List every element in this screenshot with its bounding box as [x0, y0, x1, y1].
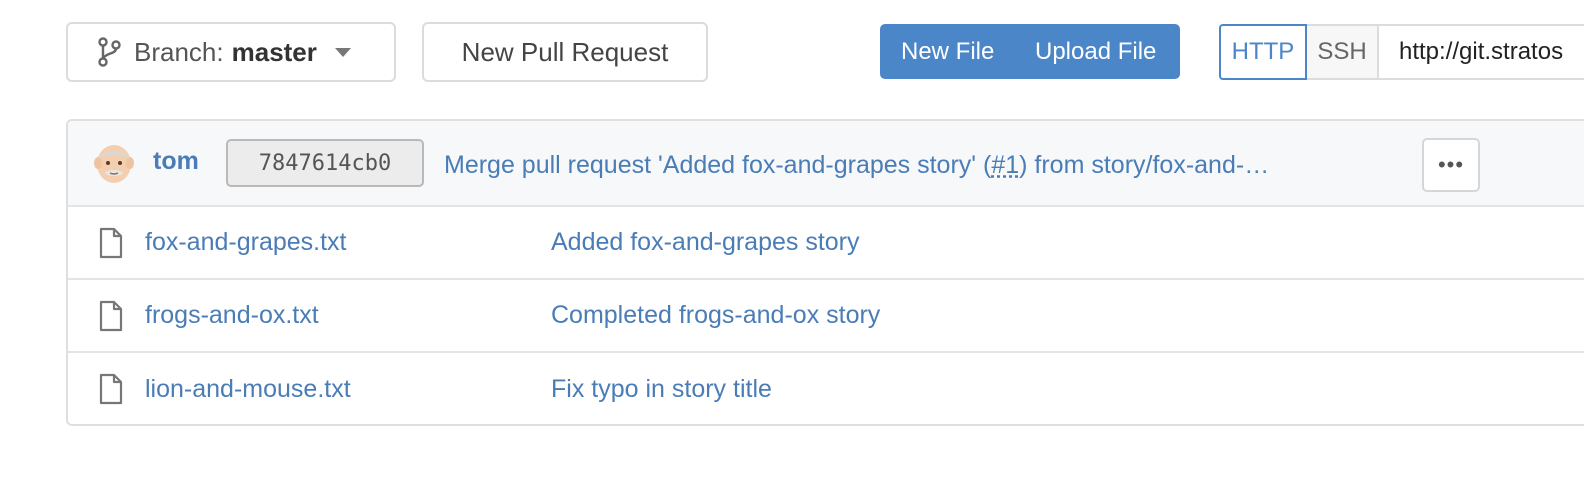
file-row: lion-and-mouse.txt Fix typo in story tit…: [68, 353, 1584, 424]
commit-message-link[interactable]: Merge pull request 'Added fox-and-grapes…: [444, 151, 1406, 180]
clone-http-button[interactable]: HTTP: [1219, 24, 1307, 80]
clone-ssh-button[interactable]: SSH: [1307, 24, 1379, 80]
git-branch-icon: [96, 36, 122, 68]
ellipsis-icon[interactable]: •••: [1422, 138, 1480, 192]
file-icon: [98, 227, 124, 259]
file-commit-link[interactable]: Fix typo in story title: [551, 375, 772, 404]
clone-url-group: HTTP SSH http://git.stratos: [1219, 24, 1584, 80]
latest-commit-bar: tom 7847614cb0 Merge pull request 'Added…: [68, 121, 1584, 207]
repository-page: Branch: master New Pull Request New File…: [0, 0, 1584, 500]
upload-file-button[interactable]: Upload File: [1014, 24, 1156, 79]
user-avatar[interactable]: [92, 141, 136, 185]
file-icon: [98, 373, 124, 405]
branch-selector-button[interactable]: Branch: master: [66, 22, 396, 82]
commit-message-text: Merge pull request 'Added fox-and-grapes…: [444, 151, 992, 179]
branch-prefix-label: Branch:: [134, 36, 224, 67]
commit-sha-button[interactable]: 7847614cb0: [226, 139, 424, 187]
file-commit-link[interactable]: Added fox-and-grapes story: [551, 228, 860, 257]
file-row: frogs-and-ox.txt Completed frogs-and-ox …: [68, 280, 1584, 353]
file-name-link[interactable]: fox-and-grapes.txt: [145, 228, 347, 257]
commit-author-link[interactable]: tom: [153, 147, 199, 176]
repository-file-table: tom 7847614cb0 Merge pull request 'Added…: [66, 119, 1584, 426]
file-name-link[interactable]: frogs-and-ox.txt: [145, 301, 319, 330]
file-name-link[interactable]: lion-and-mouse.txt: [145, 375, 351, 404]
pull-request-ref-link[interactable]: #1: [991, 151, 1019, 179]
commit-message-tail: ) from story/fox-and-…: [1019, 151, 1270, 179]
file-icon: [98, 300, 124, 332]
clone-url-field[interactable]: http://git.stratos: [1379, 24, 1584, 80]
new-pull-request-button[interactable]: New Pull Request: [422, 22, 708, 82]
caret-down-icon: [334, 47, 351, 57]
branch-name-label: master: [231, 36, 317, 67]
file-row: fox-and-grapes.txt Added fox-and-grapes …: [68, 207, 1584, 280]
new-file-button[interactable]: New File: [880, 24, 1014, 79]
file-commit-link[interactable]: Completed frogs-and-ox story: [551, 301, 880, 330]
file-actions-group: New File Upload File: [880, 24, 1180, 79]
